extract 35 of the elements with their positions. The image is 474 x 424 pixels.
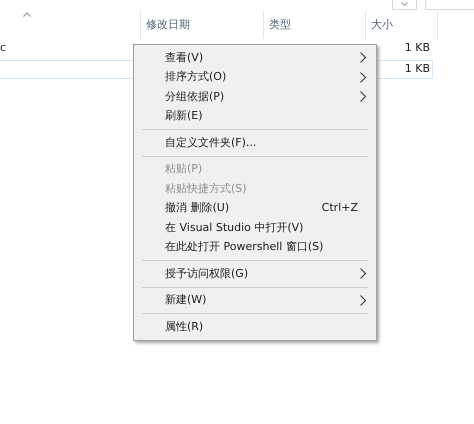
shortcut-label: Ctrl+Z [322,200,359,216]
menu-item[interactable]: 排序方式(O) [136,68,374,87]
menu-item[interactable]: 分组依据(P) [136,87,374,106]
menu-item[interactable]: 在 Visual Studio 中打开(V) [136,218,374,238]
menu-item[interactable]: 在此处打开 Powershell 窗口(S) [136,238,374,257]
menu-item[interactable]: 授予访问权限(G) [136,264,374,284]
menu-item[interactable]: 查看(V) [136,48,374,68]
search-field[interactable] [425,0,474,10]
column-header[interactable]: 大小 [366,11,438,39]
column-header[interactable]: 类型 [264,11,366,39]
menu-item-label: 分组依据(P) [165,88,224,104]
menu-item-label: 撤消 删除(U) [165,200,230,216]
chevron-down-icon [401,2,408,6]
menu-item-label: 在 Visual Studio 中打开(V) [165,220,304,236]
menu-item-label: 粘贴快捷方式(S) [165,180,247,196]
menu-item-label: 排序方式(O) [165,69,226,85]
file-size: 1 KB [404,40,431,56]
menu-item[interactable]: 撤消 删除(U) Ctrl+Z [136,198,374,218]
menu-item-label: 在此处打开 Powershell 窗口(S) [165,239,324,255]
menu-item[interactable]: 属性(R) [136,317,374,336]
file-name: c [0,40,8,56]
menu-item-label: 新建(W) [165,292,206,308]
menu-item-label: 粘贴(P) [165,161,202,177]
sort-caret-icon [23,12,31,17]
toolbar-button[interactable] [392,0,417,10]
menu-item-label: 自定义文件夹(F)... [165,134,256,150]
menu-item-label: 属性(R) [165,318,204,334]
file-size: 1 KB [404,61,431,78]
menu-item-label: 授予访问权限(G) [165,266,248,282]
menu-item-label: 刷新(E) [165,108,203,124]
column-header[interactable]: 修改日期 [141,11,264,39]
menu-item-label: 查看(V) [165,50,204,66]
menu-item[interactable]: 新建(W) [136,290,374,310]
menu-item[interactable]: 自定义文件夹(F)... [136,133,374,152]
menu-item[interactable]: 刷新(E) [136,106,374,126]
